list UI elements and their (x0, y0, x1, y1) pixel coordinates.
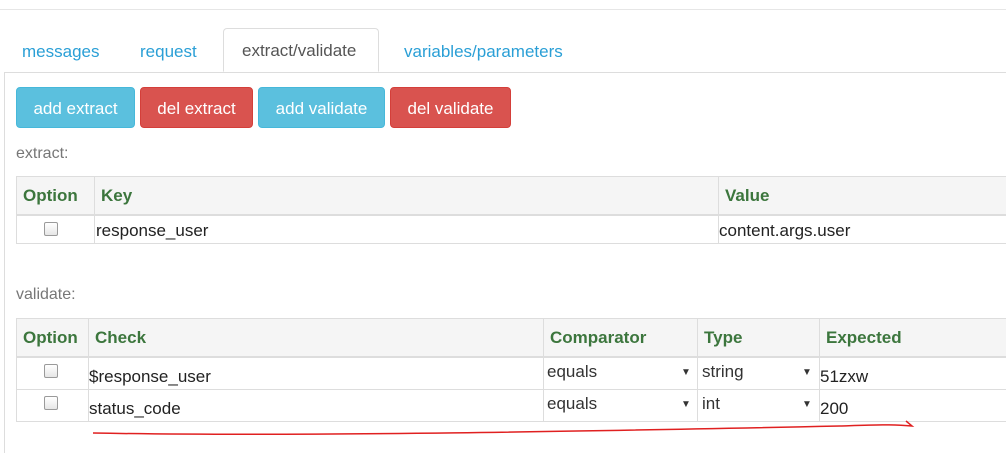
red-underline-annotation (92, 420, 915, 436)
